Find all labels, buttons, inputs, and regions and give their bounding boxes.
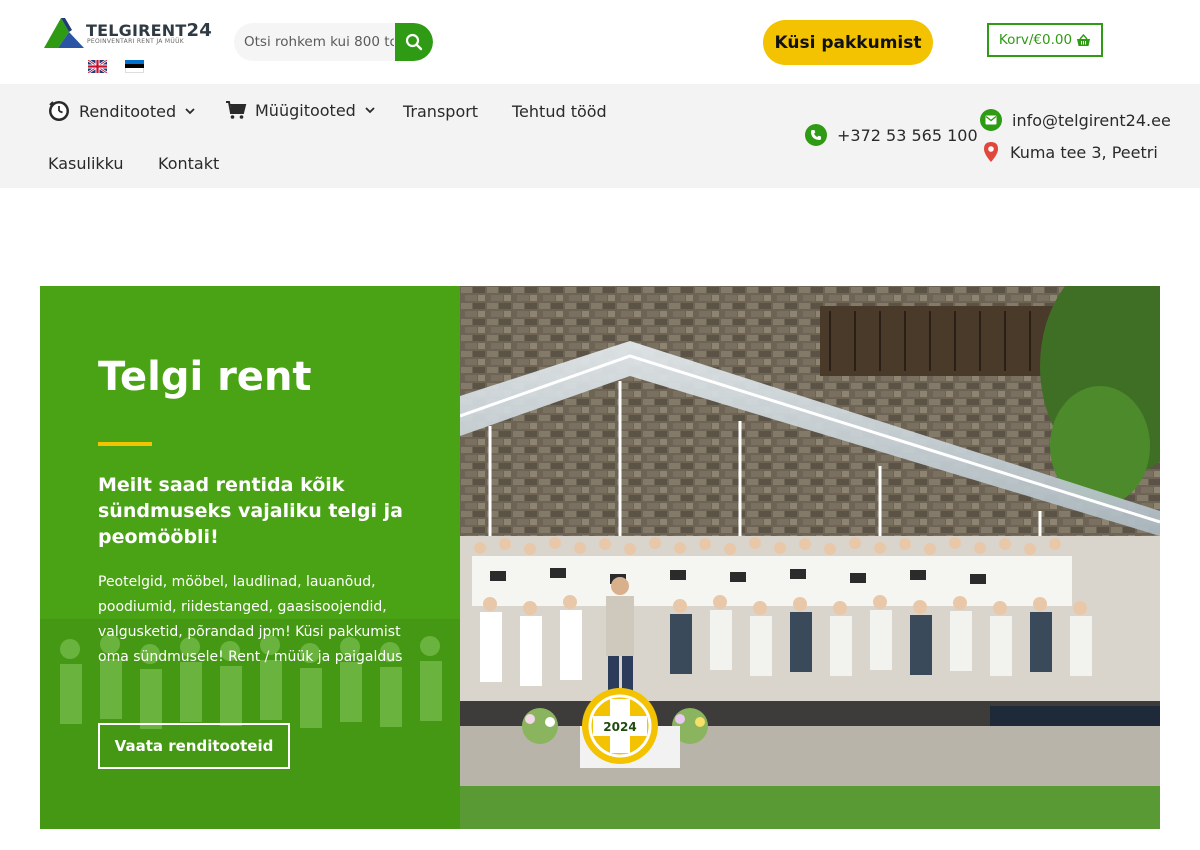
search-form [234, 23, 433, 61]
badge-year: 2024 [603, 720, 636, 734]
clock-icon [49, 101, 69, 121]
nav-label-muugitooted: Müügitooted [255, 100, 356, 120]
email-address: info@telgirent24.ee [1012, 110, 1171, 130]
phone-number: +372 53 565 100 [837, 125, 978, 145]
basket-icon [1077, 33, 1091, 46]
cart-label: Korv/€0.00 [998, 32, 1073, 48]
nav-item-renditooted[interactable]: Renditooted [47, 99, 196, 123]
site-header: TELGIRENT24 PEOINVENTARI RENT JA MÜÜK K [0, 0, 1200, 84]
email-link[interactable]: info@telgirent24.ee [980, 109, 1171, 131]
nav-label-transport: Transport [403, 102, 479, 121]
view-rental-products-button[interactable]: Vaata renditooteid [98, 723, 290, 769]
event-stage-photo: 2024 [460, 286, 1160, 829]
nav-item-kontakt[interactable]: Kontakt [158, 154, 219, 173]
search-icon [405, 33, 423, 51]
logo-tent-icon [44, 18, 84, 48]
nav-item-tehtud-tood[interactable]: Tehtud tööd [512, 102, 607, 121]
hero-description: Peotelgid, mööbel, laudlinad, lauanõud, … [98, 574, 403, 665]
ee-flag-icon[interactable] [125, 60, 144, 73]
search-button[interactable] [395, 23, 433, 61]
nav-item-kasulikku[interactable]: Kasulikku [48, 154, 124, 173]
cart-icon [226, 101, 247, 119]
chevron-down-icon [365, 107, 375, 114]
chevron-down-icon [185, 108, 195, 115]
nav-label-renditooted: Renditooted [79, 101, 177, 121]
address-text: Kuma tee 3, Peetri [1010, 142, 1158, 162]
location-pin-icon [984, 142, 998, 162]
nav-label-kontakt: Kontakt [158, 154, 220, 173]
main-navigation: Renditooted Müügitooted Transport Tehtud… [0, 84, 1200, 188]
hero-banner: Telgi rent Meilt saad rentida kõik sündm… [40, 286, 1160, 829]
nav-label-kasulikku: Kasulikku [48, 154, 124, 173]
request-quote-button[interactable]: Küsi pakkumist [763, 20, 933, 65]
nav-item-transport[interactable]: Transport [403, 102, 478, 121]
nav-item-muugitooted[interactable]: Müügitooted [225, 99, 376, 121]
search-input[interactable] [234, 23, 394, 61]
phone-icon [805, 124, 827, 146]
cart-button[interactable]: Korv/€0.00 [987, 23, 1103, 57]
uk-flag-icon[interactable] [88, 60, 107, 73]
logo-tagline: PEOINVENTARI RENT JA MÜÜK [87, 38, 185, 45]
hero-title: Telgi rent [98, 354, 312, 400]
address-link[interactable]: Kuma tee 3, Peetri [982, 141, 1158, 163]
phone-link[interactable]: +372 53 565 100 [805, 124, 978, 146]
hero-subtitle: Meilt saad rentida kõik sündmuseks vajal… [98, 474, 403, 548]
nav-label-tehtud-tood: Tehtud tööd [512, 102, 607, 121]
hero-text-panel: Telgi rent Meilt saad rentida kõik sündm… [40, 286, 460, 829]
language-switcher [88, 60, 144, 73]
logo[interactable]: TELGIRENT24 PEOINVENTARI RENT JA MÜÜK [42, 16, 212, 52]
email-icon [980, 109, 1002, 131]
hero-divider [98, 442, 152, 446]
